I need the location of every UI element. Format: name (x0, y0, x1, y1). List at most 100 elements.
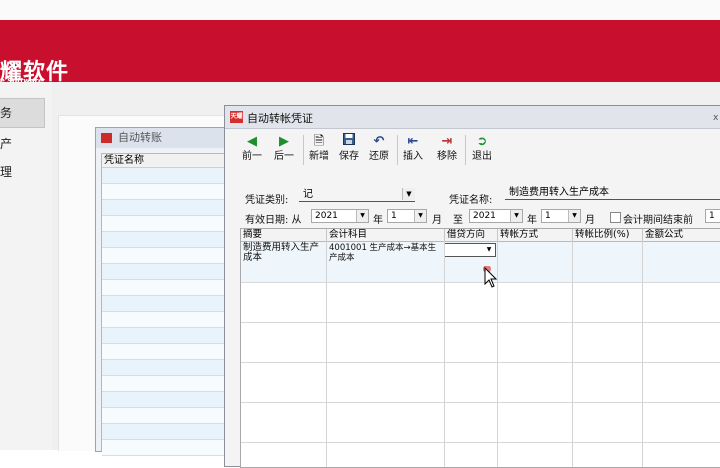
next-button[interactable]: ▶ 后一 (271, 133, 297, 167)
column-header-transfer-method[interactable]: 转帐方式 (498, 229, 573, 241)
grid-header: 摘要 会计科目 借贷方向 转帐方式 转帐比例(%) 金额公式 (241, 229, 720, 242)
prev-button[interactable]: ◀ 前一 (239, 133, 265, 167)
mouse-cursor-icon (483, 265, 499, 291)
from-year-value: 2021 (315, 211, 338, 221)
period-end-checkbox[interactable] (610, 212, 621, 223)
list-item[interactable] (102, 216, 230, 232)
grid-divider (642, 241, 643, 467)
chevron-down-icon[interactable]: ▼ (402, 188, 415, 200)
chevron-down-icon[interactable]: ▼ (414, 210, 426, 222)
dialog-titlebar[interactable]: 天耀 自动转帐凭证 x (225, 106, 720, 129)
exit-label: 退出 (472, 151, 492, 162)
restore-button[interactable]: ↶ 还原 (367, 133, 391, 167)
voucher-name-value: 制造费用转入生产成本 (509, 187, 609, 198)
chevron-down-icon[interactable]: ▼ (484, 245, 494, 255)
list-item[interactable] (102, 344, 230, 360)
nav-item-label: 产 (0, 137, 13, 151)
remove-label: 移除 (437, 151, 457, 162)
prev-label: 前一 (242, 151, 262, 162)
grid-divider (241, 442, 720, 443)
to-month-value: 1 (545, 211, 551, 221)
from-year-unit: 年 (373, 215, 383, 226)
voucher-name-label: 凭证名称: (449, 195, 493, 206)
to-year-unit: 年 (527, 215, 537, 226)
nav-item-0[interactable]: 务 (0, 98, 45, 128)
row-summary-cell[interactable]: 制造费用转入生产成本 (243, 243, 325, 263)
list-item[interactable] (102, 232, 230, 248)
list-item[interactable] (102, 392, 230, 408)
toolbar-separator (465, 135, 466, 165)
list-item[interactable] (102, 440, 230, 456)
list-item[interactable] (102, 280, 230, 296)
period-end-label: 会计期间结束前 (623, 215, 693, 226)
dialog-title: 自动转帐凭证 (247, 112, 313, 125)
voucher-name-input[interactable]: 制造费用转入生产成本 (505, 186, 720, 200)
to-month-spinner[interactable]: 1 ▼ (541, 209, 581, 223)
from-month-spinner[interactable]: 1 ▼ (387, 209, 427, 223)
close-icon[interactable]: x (713, 113, 718, 123)
save-button[interactable]: 保存 (337, 133, 361, 167)
column-header-direction[interactable]: 借贷方向 (445, 229, 498, 241)
save-icon (337, 133, 361, 151)
window-titlebar[interactable]: 自动转账 (96, 128, 231, 148)
column-header-transfer-ratio[interactable]: 转帐比例(%) (573, 229, 643, 241)
list-item[interactable] (102, 312, 230, 328)
grid-divider (326, 241, 327, 467)
new-label: 新增 (309, 151, 329, 162)
list-item[interactable] (102, 296, 230, 312)
exit-button[interactable]: ➲ 退出 (469, 133, 495, 167)
period-end-value: 1 (709, 211, 715, 221)
remove-row-icon: ⇥ (441, 134, 453, 149)
window-title: 自动转账 (118, 131, 162, 144)
remove-button[interactable]: ⇥ 移除 (435, 133, 459, 167)
list-item[interactable] (102, 248, 230, 264)
from-month-unit: 月 (432, 215, 442, 226)
new-button[interactable]: 🗎 新增 (307, 133, 331, 167)
list-item[interactable] (102, 424, 230, 440)
period-end-input[interactable]: 1 (705, 209, 720, 223)
list-item[interactable] (102, 200, 230, 216)
chevron-down-icon[interactable]: ▼ (356, 210, 368, 222)
next-label: 后一 (274, 151, 294, 162)
voucher-type-value: 记 (303, 189, 313, 200)
chevron-down-icon[interactable]: ▼ (568, 210, 580, 222)
column-header-voucher-name[interactable]: 凭证名称 (102, 154, 230, 168)
list-item[interactable] (102, 376, 230, 392)
voucher-list-grid[interactable]: 凭证名称 (101, 153, 231, 456)
to-year-spinner[interactable]: 2021 ▼ (469, 209, 523, 223)
grid-divider (241, 402, 720, 403)
entries-grid[interactable]: 摘要 会计科目 借贷方向 转帐方式 转帐比例(%) 金额公式 制造费用转入生产成… (240, 228, 720, 468)
exit-icon: ➲ (476, 134, 488, 149)
auto-transfer-voucher-dialog[interactable]: 天耀 自动转帐凭证 x ◀ 前一 ▶ 后一 🗎 新增 保存 ↶ 还原 ⇤ 插入 … (224, 105, 720, 468)
to-label: 至 (453, 215, 463, 226)
list-item[interactable] (102, 328, 230, 344)
valid-date-label: 有效日期: 从 (245, 215, 302, 226)
direction-select[interactable]: ▼ (444, 243, 496, 257)
nav-item-1[interactable]: 产 (0, 130, 44, 158)
insert-button[interactable]: ⇤ 插入 (401, 133, 425, 167)
arrow-left-icon: ◀ (247, 134, 257, 149)
grid-divider (241, 282, 720, 283)
list-item[interactable] (102, 184, 230, 200)
list-item[interactable] (102, 360, 230, 376)
nav-item-2[interactable]: 理 (0, 158, 44, 186)
grid-divider (572, 241, 573, 467)
list-item[interactable] (102, 408, 230, 424)
voucher-type-select[interactable]: 记 ▼ (299, 188, 415, 202)
chevron-down-icon[interactable]: ▼ (510, 210, 522, 222)
list-item[interactable] (102, 264, 230, 280)
grid-divider (444, 241, 445, 467)
auto-transfer-window[interactable]: 自动转账 凭证名称 (95, 127, 232, 456)
insert-row-icon: ⇤ (407, 134, 419, 149)
app-icon (101, 133, 112, 143)
list-item[interactable] (102, 168, 230, 184)
column-header-account[interactable]: 会计科目 (327, 229, 445, 241)
voucher-type-label: 凭证类别: (245, 195, 289, 206)
row-account-cell[interactable]: 4001001 生产成本→基本生产成本 (329, 243, 443, 263)
from-year-spinner[interactable]: 2021 ▼ (311, 209, 369, 223)
column-header-summary[interactable]: 摘要 (241, 229, 327, 241)
grid-divider (241, 322, 720, 323)
app-banner: 耀软件 e Software (0, 20, 720, 85)
nav-item-label: 理 (0, 165, 13, 179)
column-header-amount-formula[interactable]: 金额公式 (643, 229, 720, 241)
